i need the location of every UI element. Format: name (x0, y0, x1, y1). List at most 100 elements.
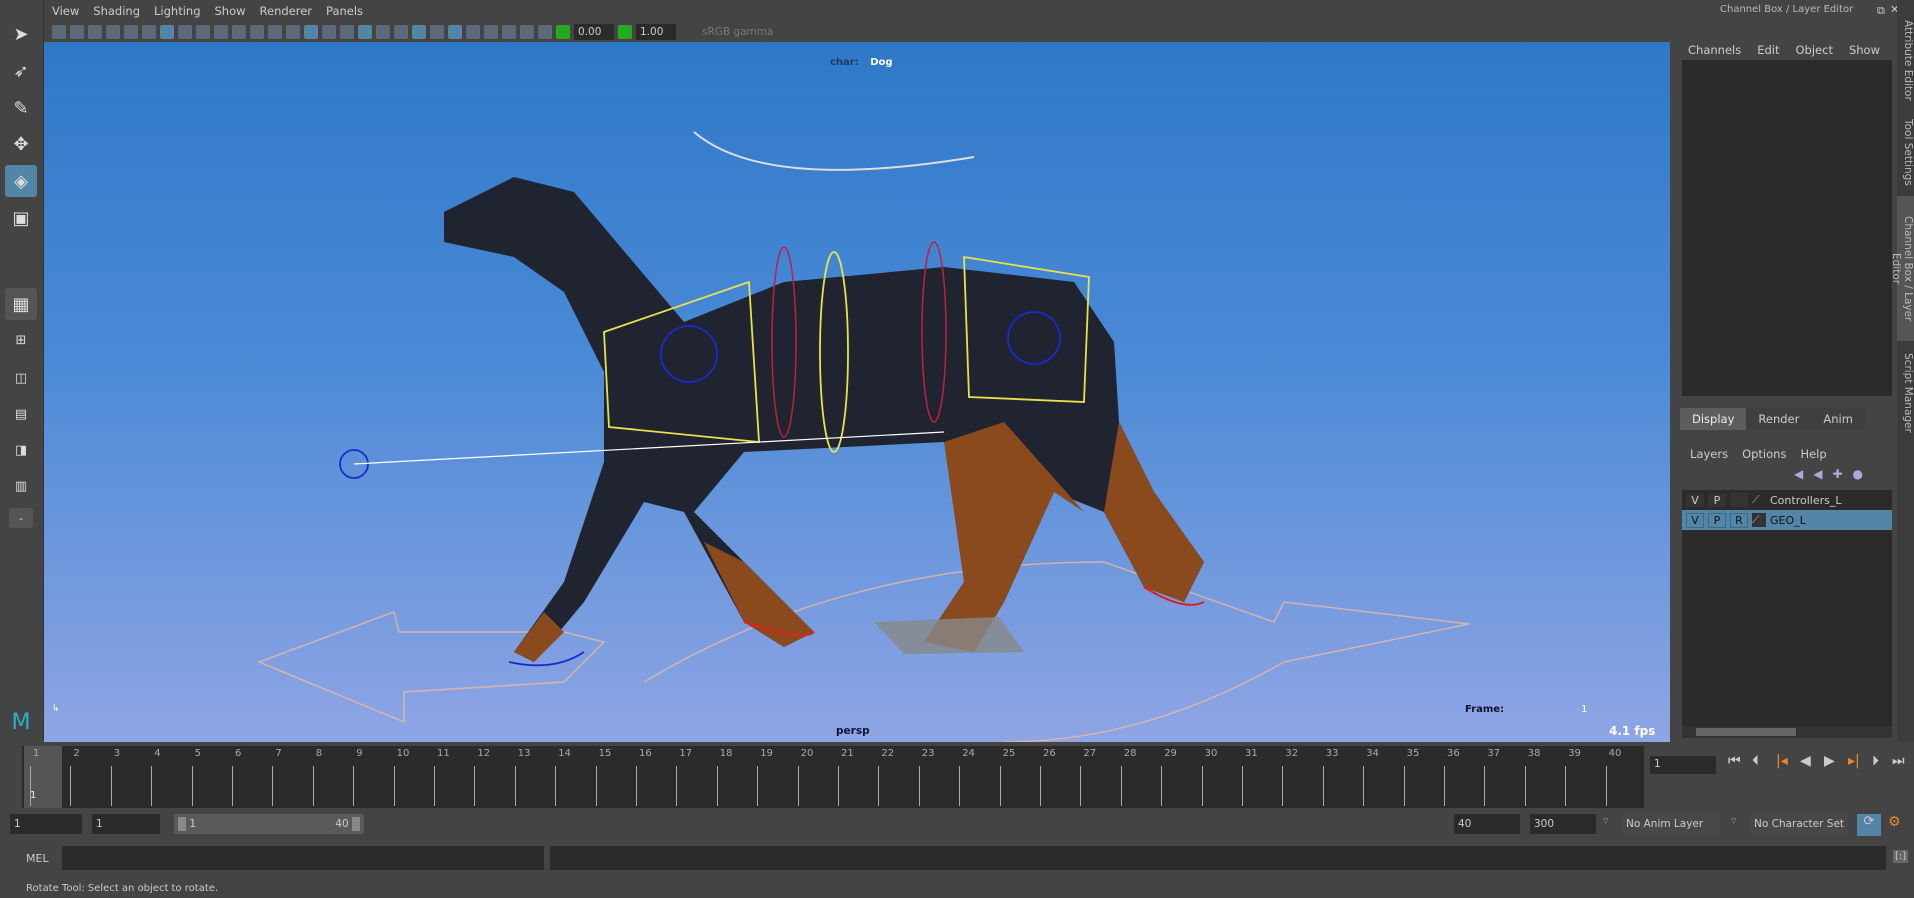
tab-display[interactable]: Display (1680, 408, 1747, 430)
grease-pencil-icon[interactable] (142, 25, 156, 39)
layer-scrollbar[interactable] (1682, 726, 1892, 738)
scale-tool-icon[interactable]: ▣ (5, 202, 37, 234)
range-start-handle[interactable] (178, 817, 186, 831)
menu-panels[interactable]: Panels (326, 4, 363, 18)
more-layouts-button[interactable]: - (9, 508, 33, 528)
anim-layer-dropdown[interactable]: No Anim Layer (1622, 814, 1720, 834)
image-plane-icon[interactable] (106, 25, 120, 39)
go-to-start-button[interactable]: ⏮ (1728, 753, 1741, 769)
menu-options[interactable]: Options (1742, 447, 1786, 461)
tab-anim[interactable]: Anim (1811, 408, 1865, 430)
film-gate-icon[interactable] (178, 25, 192, 39)
tab-channel-box[interactable]: Channel Box / Layer Editor (1890, 196, 1914, 341)
lights-icon[interactable] (376, 25, 390, 39)
menu-edit[interactable]: Edit (1757, 43, 1779, 57)
new-empty-layer-icon[interactable]: ✚ (1832, 467, 1842, 481)
playback-toggle[interactable]: P (1708, 493, 1726, 507)
persp-graph-layout-icon[interactable]: ▥ (5, 470, 37, 502)
bookmark-icon[interactable] (88, 25, 102, 39)
tab-tool-settings[interactable]: Tool Settings (1897, 112, 1914, 192)
persp-outliner-layout-icon[interactable]: ▤ (5, 398, 37, 430)
move-layer-down-icon[interactable]: ◀ (1813, 467, 1822, 481)
command-language-label[interactable]: MEL (26, 852, 49, 865)
move-tool-icon[interactable]: ✥ (5, 128, 37, 160)
move-layer-up-icon[interactable]: ◀ (1794, 467, 1803, 481)
playback-toggle[interactable]: P (1708, 512, 1726, 528)
lasso-tool-icon[interactable]: ➶ (5, 55, 37, 87)
range-slider[interactable]: 1 40 (174, 814, 364, 834)
gamma-icon[interactable] (618, 25, 632, 39)
menu-renderer[interactable]: Renderer (260, 4, 313, 18)
wireframe-icon[interactable] (286, 25, 300, 39)
resolution-gate-icon[interactable] (196, 25, 210, 39)
start-time-field[interactable]: 1 (10, 814, 82, 834)
exposure-icon[interactable] (556, 25, 570, 39)
layer-name[interactable]: Controllers_L (1770, 494, 1841, 507)
menu-channels[interactable]: Channels (1688, 43, 1741, 57)
command-input[interactable] (62, 846, 544, 870)
layer-row-selected[interactable]: V P R ⟋ GEO_L (1682, 510, 1892, 530)
end-time-field[interactable]: 300 (1530, 814, 1596, 834)
menu-object[interactable]: Object (1796, 43, 1833, 57)
anti-aliasing-icon[interactable] (448, 25, 462, 39)
default-material-icon[interactable] (322, 25, 336, 39)
color-space-dropdown[interactable]: sRGB gamma (680, 26, 870, 38)
motion-blur-icon[interactable] (430, 25, 444, 39)
visibility-toggle[interactable]: V (1686, 493, 1704, 507)
gamma-field[interactable]: 1.00 (636, 24, 676, 40)
layer-row[interactable]: V P ⟋ Controllers_L (1682, 490, 1892, 510)
four-view-layout-icon[interactable]: ⊞ (5, 324, 37, 356)
anim-layer-dropdown-arrow[interactable]: ▿ (1603, 814, 1609, 827)
menu-show[interactable]: Show (215, 4, 246, 18)
wireframe-on-shaded-icon[interactable] (340, 25, 354, 39)
viewport-persp[interactable]: char: Dog persp Frame: 1 4.1 fps ↳ (44, 42, 1670, 742)
new-layer-selected-icon[interactable]: ● (1853, 467, 1863, 481)
step-forward-frame-button[interactable]: ⏵ (1872, 753, 1879, 769)
character-set-dropdown[interactable]: No Character Set (1750, 814, 1848, 834)
display-type-toggle[interactable] (1730, 493, 1748, 507)
layer-name[interactable]: GEO_L (1770, 514, 1806, 527)
tab-attribute-editor[interactable]: Attribute Editor (1897, 10, 1914, 110)
tab-render[interactable]: Render (1746, 408, 1812, 430)
smooth-shade-icon[interactable] (304, 25, 318, 39)
depth-of-field-icon[interactable] (466, 25, 480, 39)
visibility-toggle[interactable]: V (1686, 512, 1704, 528)
play-forwards-button[interactable]: ▶ (1824, 753, 1835, 769)
play-backwards-button[interactable]: ◀ (1800, 753, 1811, 769)
auto-key-icon[interactable]: ⟳ (1857, 814, 1881, 836)
rotate-tool-icon[interactable]: ◈ (5, 165, 37, 197)
playback-start-field[interactable]: 1 (92, 814, 160, 834)
time-slider[interactable]: 1 1 2 3 4 5 6 7 8 9 10 11 12 13 14 15 16 17 18 19 20 21 22 23 2… (22, 746, 1644, 808)
gate-mask-icon[interactable] (214, 25, 228, 39)
display-type-toggle[interactable]: R (1730, 512, 1748, 528)
exposure-field[interactable]: 0.00 (574, 24, 614, 40)
range-end-handle[interactable] (352, 817, 360, 831)
step-back-key-button[interactable]: |◂ (1776, 753, 1788, 769)
grid-icon[interactable] (160, 25, 174, 39)
go-to-end-button[interactable]: ⏭ (1892, 753, 1905, 769)
2d-pan-zoom-icon[interactable] (124, 25, 138, 39)
menu-shading[interactable]: Shading (93, 4, 140, 18)
isolate-select-icon[interactable] (484, 25, 498, 39)
menu-view[interactable]: View (52, 4, 79, 18)
menu-show-cb[interactable]: Show (1849, 43, 1880, 57)
layer-color-icon[interactable]: ⟋ (1752, 493, 1766, 507)
step-forward-key-button[interactable]: ▸| (1848, 753, 1860, 769)
float-panel-icon[interactable]: ⧉ (1877, 4, 1885, 18)
playback-end-field[interactable]: 40 (1454, 814, 1520, 834)
animation-preferences-icon[interactable]: ⚙ (1888, 814, 1901, 830)
menu-layers[interactable]: Layers (1690, 447, 1728, 461)
step-back-frame-button[interactable]: ⏴ (1752, 753, 1759, 769)
safe-action-icon[interactable] (250, 25, 264, 39)
graph-layout-icon[interactable]: ◨ (5, 434, 37, 466)
layer-color-icon[interactable]: ⟋ (1752, 513, 1766, 527)
tab-script-manager[interactable]: Script Manager (1897, 345, 1914, 440)
paint-select-tool-icon[interactable]: ✎ (5, 92, 37, 124)
single-view-layout-icon[interactable]: ▦ (5, 288, 37, 320)
select-tool-icon[interactable]: ➤ (5, 18, 37, 50)
menu-lighting[interactable]: Lighting (154, 4, 200, 18)
ambient-occlusion-icon[interactable] (412, 25, 426, 39)
xray-joints-icon[interactable] (520, 25, 534, 39)
script-editor-icon[interactable]: [:] (1893, 850, 1909, 863)
current-frame-field[interactable]: 1 (1650, 756, 1716, 774)
